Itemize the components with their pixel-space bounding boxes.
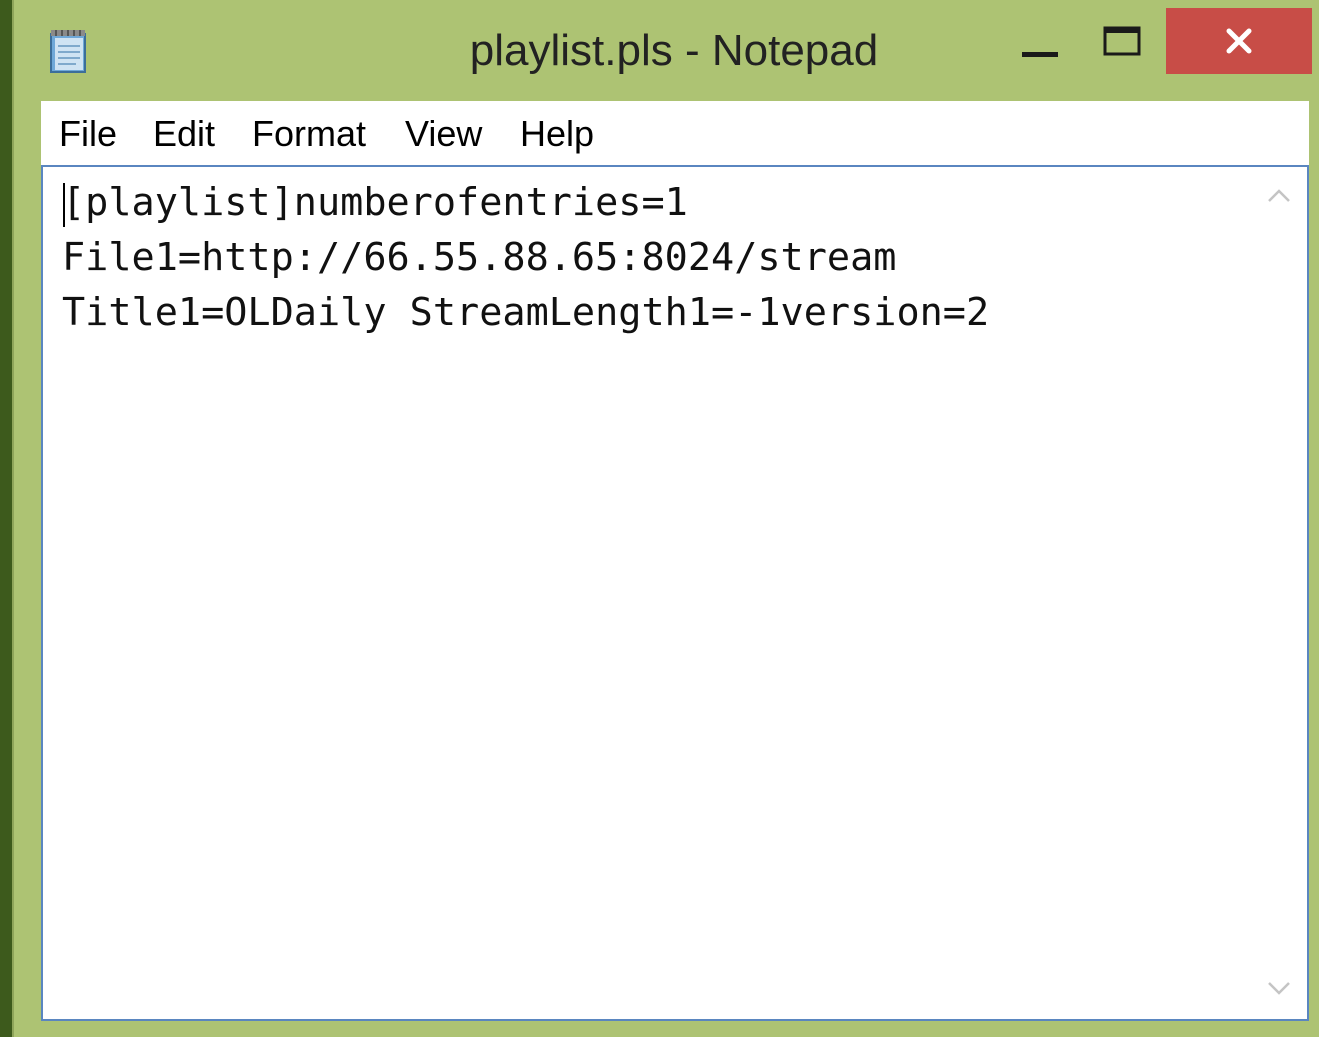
vertical-scrollbar[interactable] (1253, 167, 1307, 1019)
chevron-up-icon (1259, 189, 1299, 215)
window-bottom-border (14, 1021, 1319, 1037)
menu-bar: File Edit Format View Help (41, 101, 1309, 165)
editor-text[interactable]: [playlist]numberofentries=1 File1=http:/… (62, 175, 1252, 1015)
maximize-icon (1092, 26, 1152, 78)
scroll-down-button[interactable] (1259, 973, 1299, 1003)
menu-edit[interactable]: Edit (153, 113, 215, 155)
menu-help[interactable]: Help (520, 113, 594, 155)
menu-file[interactable]: File (59, 113, 117, 155)
menu-view[interactable]: View (405, 113, 482, 155)
chevron-down-icon (1259, 982, 1299, 1007)
notepad-window: playlist.pls - Notepad File Edit Format … (12, 0, 1319, 1037)
menu-format[interactable]: Format (252, 113, 366, 155)
minimize-button[interactable] (1010, 8, 1070, 74)
close-icon (1166, 28, 1312, 78)
minimize-icon (1010, 52, 1070, 78)
maximize-button[interactable] (1092, 8, 1152, 74)
text-caret (63, 183, 65, 227)
scroll-up-button[interactable] (1259, 181, 1299, 211)
title-bar[interactable]: playlist.pls - Notepad (14, 0, 1319, 100)
text-editor[interactable]: [playlist]numberofentries=1 File1=http:/… (41, 165, 1309, 1021)
close-button[interactable] (1166, 8, 1312, 74)
